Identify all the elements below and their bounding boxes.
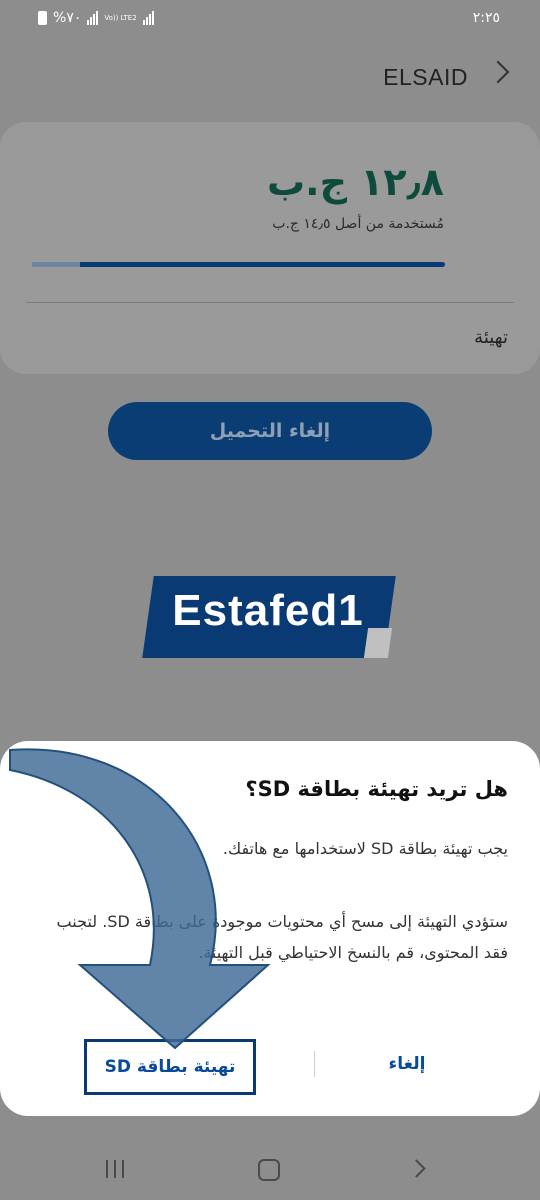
storage-progress-bar	[32, 262, 445, 267]
back-icon[interactable]	[407, 1159, 426, 1178]
used-storage-amount: ١٢٫٨ ج.ب	[266, 160, 444, 204]
format-sd-button[interactable]: تهيئة بطاقة SD	[84, 1039, 256, 1095]
cancel-button[interactable]: إلغاء	[362, 1049, 452, 1079]
cancel-download-button[interactable]: إلغاء التحميل	[108, 402, 432, 460]
home-icon[interactable]	[258, 1159, 280, 1181]
chevron-right-icon[interactable]	[486, 60, 510, 84]
dialog-message: يجب تهيئة بطاقة SD لاستخدامها مع هاتفك.	[222, 839, 508, 858]
clock: ٢:٢٥	[472, 10, 500, 26]
button-divider	[314, 1051, 315, 1077]
signal-2-icon	[142, 11, 154, 25]
battery-icon	[38, 11, 47, 25]
status-icons: %٧٠ Vo)) LTE2	[38, 10, 154, 26]
watermark-logo: Estafed1	[142, 576, 396, 658]
storage-free-segment	[32, 262, 81, 267]
used-of-total-label: مُستخدمة من أصل ١٤٫٥ ج.ب	[272, 216, 444, 232]
status-bar: %٧٠ Vo)) LTE2 ٢:٢٥	[0, 0, 540, 36]
watermark-text: Estafed1	[172, 586, 364, 635]
page-title: ELSAID	[383, 64, 468, 90]
recents-icon[interactable]	[106, 1160, 124, 1178]
header: ELSAID	[0, 58, 540, 98]
dialog-warning: ستؤدي التهيئة إلى مسح أي محتويات موجودة …	[56, 912, 508, 962]
format-option[interactable]: تهيئة	[474, 327, 508, 348]
format-sd-dialog: هل تريد تهيئة بطاقة SD؟ يجب تهيئة بطاقة …	[0, 741, 540, 1116]
network-type-label: Vo)) LTE2	[104, 13, 137, 22]
signal-icon	[87, 11, 99, 25]
divider	[26, 302, 514, 303]
storage-card: ١٢٫٨ ج.ب مُستخدمة من أصل ١٤٫٥ ج.ب تهيئة	[0, 122, 540, 374]
navigation-bar	[0, 1140, 540, 1200]
dialog-title: هل تريد تهيئة بطاقة SD؟	[245, 777, 508, 801]
battery-percent: %٧٠	[53, 10, 82, 26]
